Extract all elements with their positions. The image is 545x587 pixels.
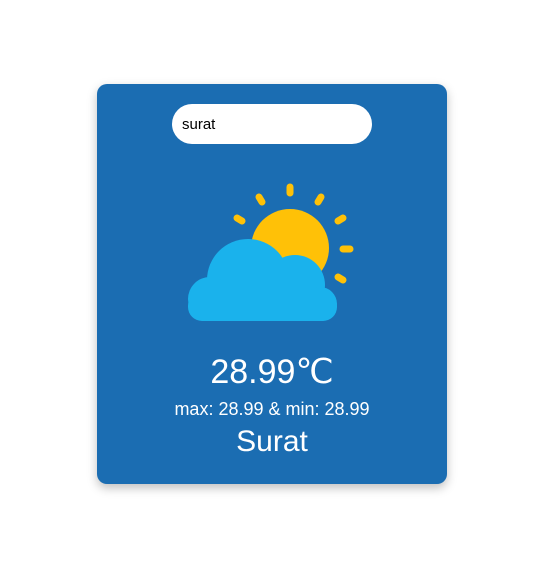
- search-input[interactable]: [172, 104, 372, 144]
- partly-cloudy-icon: [188, 183, 354, 321]
- temperature-value: 28.99: [210, 353, 296, 391]
- temperature: 28.99℃: [97, 352, 447, 393]
- weather-card: 28.99℃ max: 28.99 & min: 28.99 Surat: [97, 84, 447, 484]
- min-max-temperature: max: 28.99 & min: 28.99: [174, 399, 370, 419]
- city-name: Surat: [236, 425, 308, 458]
- temperature-unit: ℃: [295, 354, 334, 391]
